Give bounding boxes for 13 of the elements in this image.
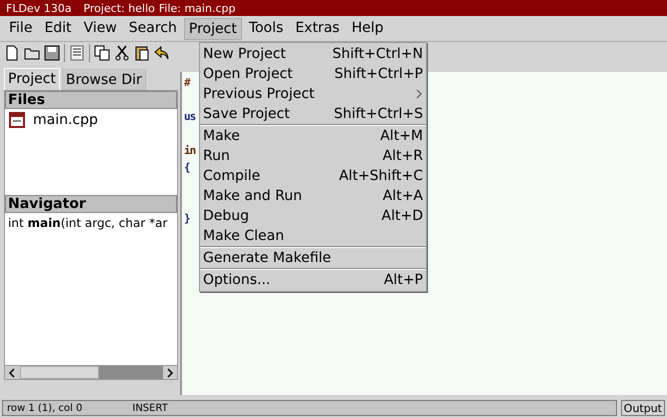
window-title: FLDev 130a bbox=[6, 2, 72, 14]
edit-mode: INSERT bbox=[132, 402, 168, 416]
code-line: } bbox=[184, 211, 190, 227]
file-name: main.cpp bbox=[33, 110, 98, 130]
window-file: File: main.cpp bbox=[158, 2, 236, 14]
code-line: us bbox=[184, 109, 196, 125]
navigator-header: Navigator bbox=[5, 195, 177, 213]
cursor-position: row 1 (1), col 0 bbox=[7, 402, 82, 416]
code-line: # bbox=[184, 75, 190, 91]
code-line: in bbox=[184, 143, 196, 159]
code-line: { bbox=[184, 160, 190, 176]
files-header: Files bbox=[5, 91, 177, 109]
window-project: Project: hello bbox=[83, 2, 155, 14]
